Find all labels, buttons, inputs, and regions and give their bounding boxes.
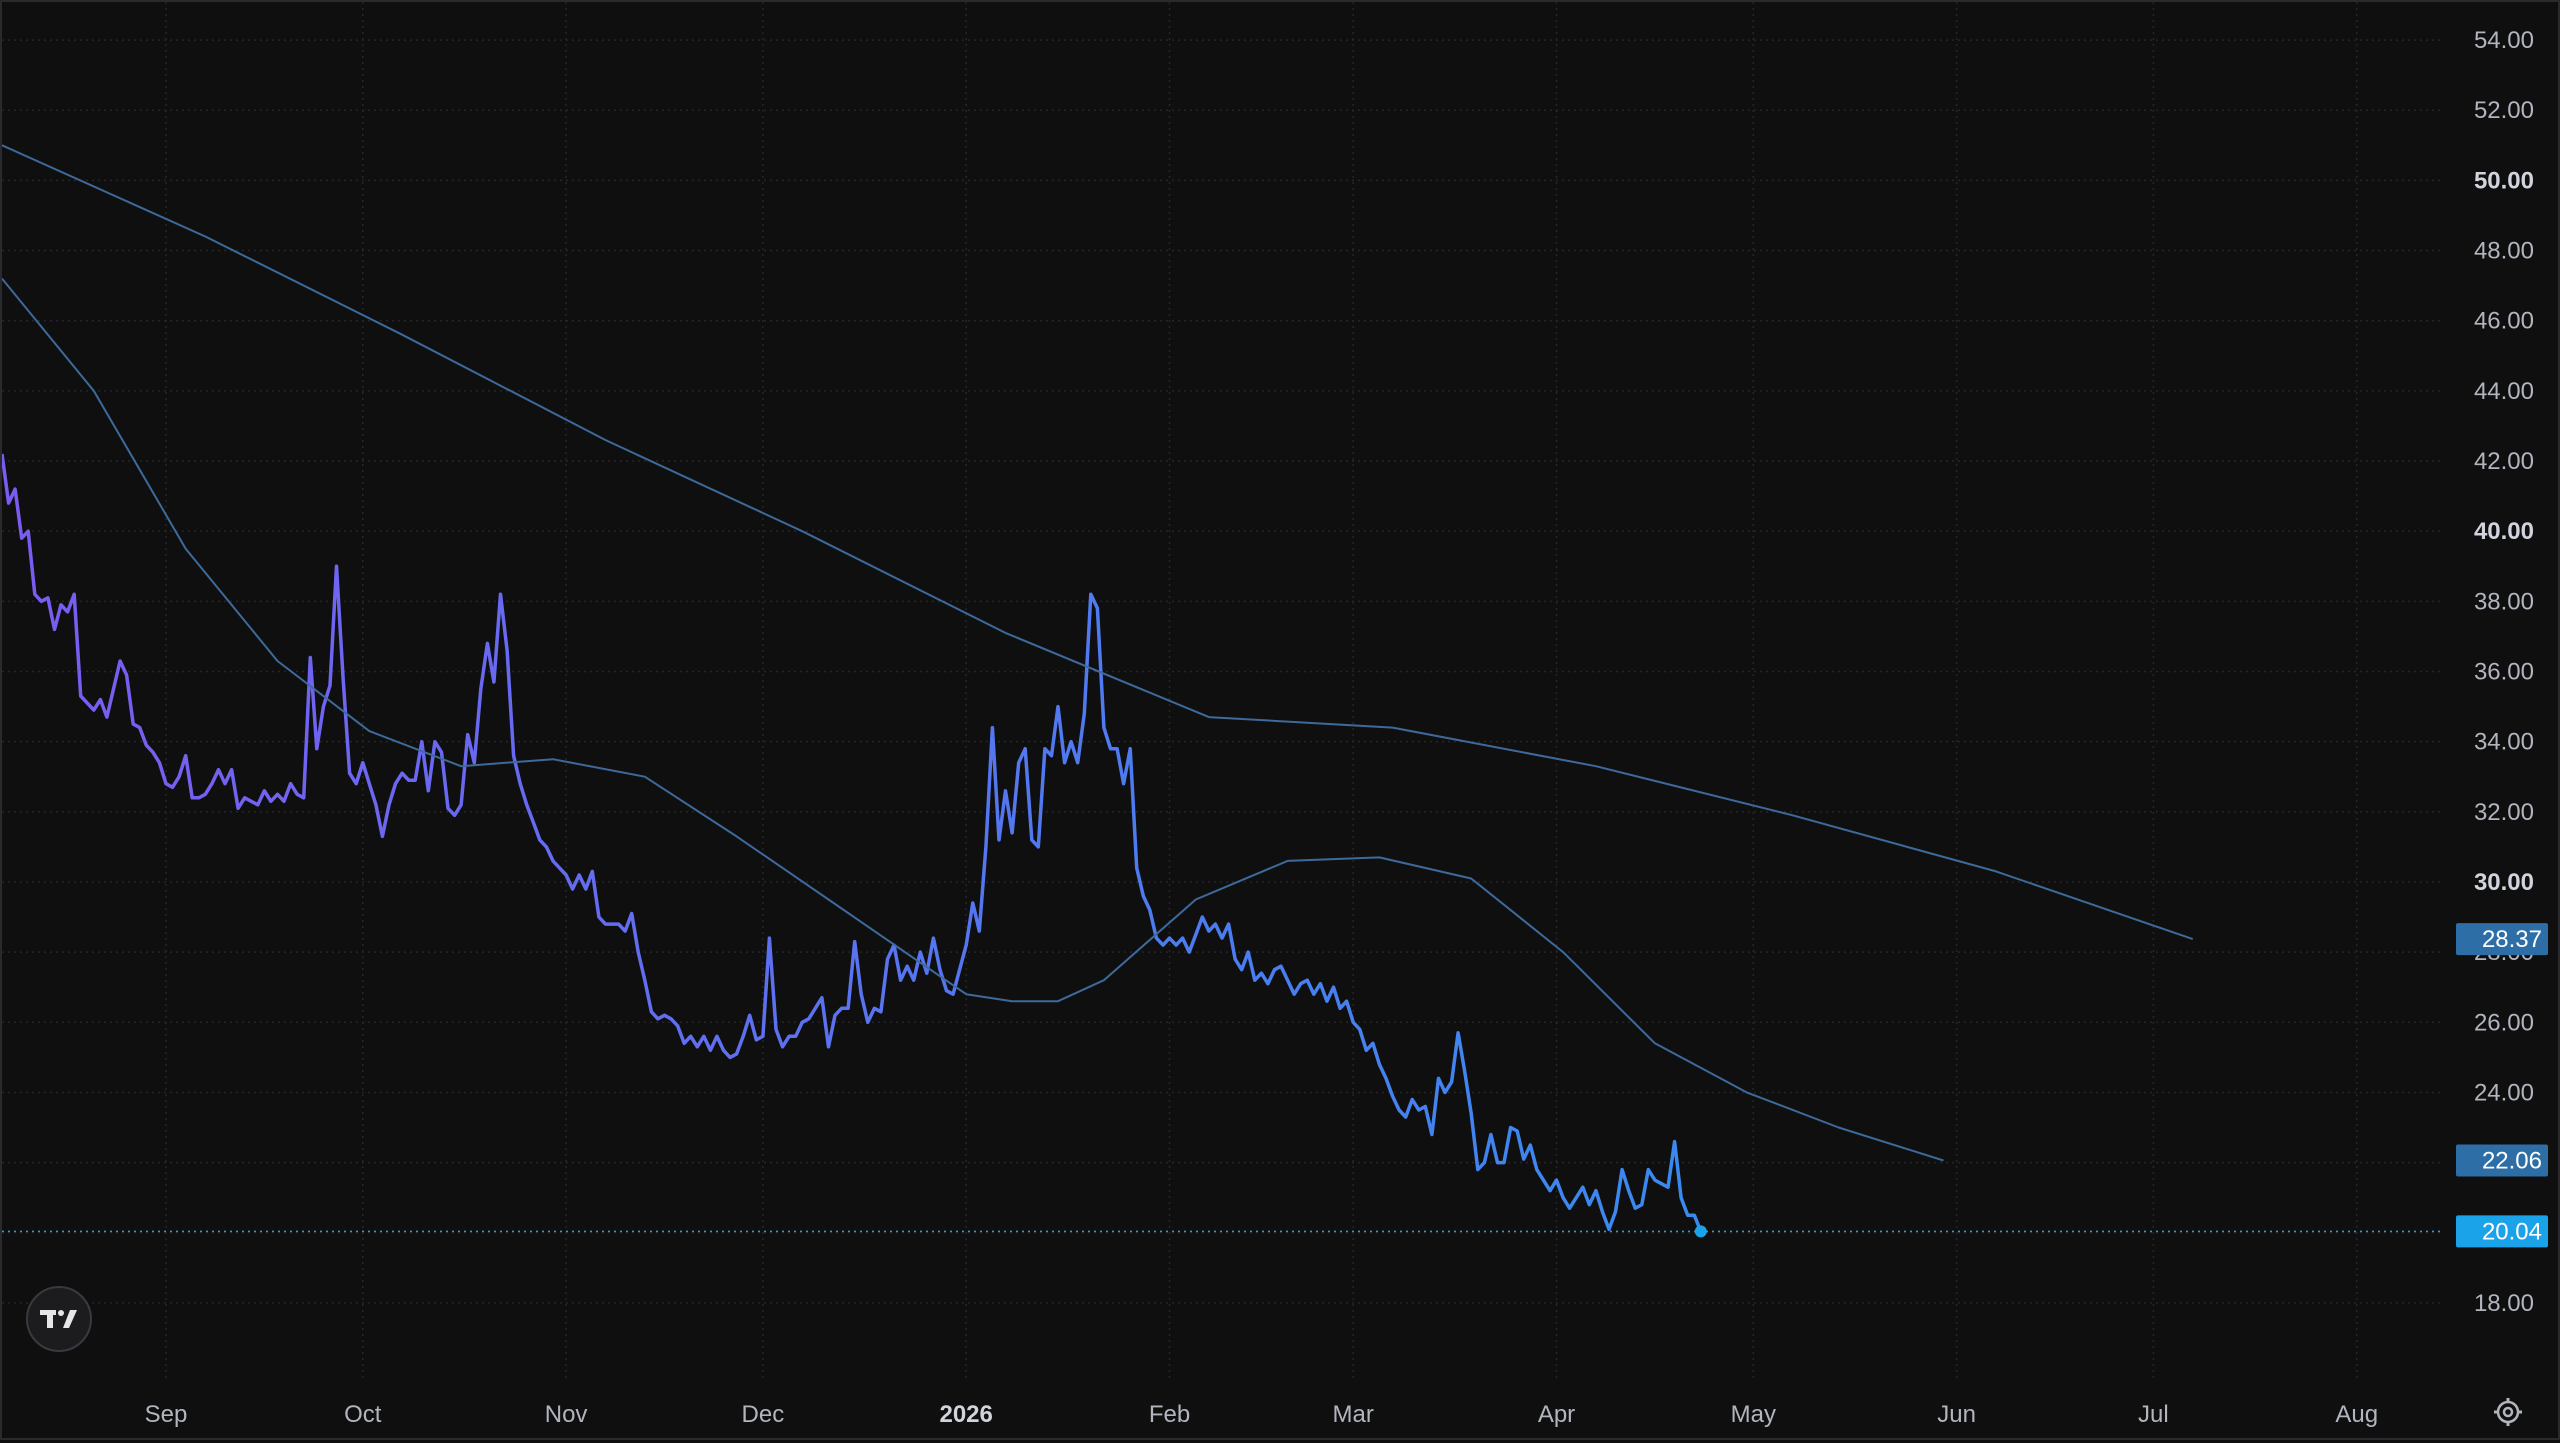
y-tick-label: 24.00 [2474, 1079, 2534, 1106]
gear-icon[interactable] [2488, 1392, 2528, 1432]
moving-average-line [1, 277, 1944, 1162]
y-tick-label: 38.00 [2474, 588, 2534, 615]
x-tick-label: Aug [2335, 1401, 2378, 1428]
y-tick-label: 26.00 [2474, 1009, 2534, 1036]
y-tick-label: 50.00 [2474, 167, 2534, 194]
x-tick-label: Feb [1149, 1401, 1190, 1428]
x-tick-label: Jul [2138, 1401, 2169, 1428]
y-tick-label: 52.00 [2474, 97, 2534, 124]
y-tick-label: 54.00 [2474, 27, 2534, 54]
y-tick-label: 42.00 [2474, 448, 2534, 475]
x-tick-label: Dec [742, 1401, 785, 1428]
y-tick-label: 46.00 [2474, 308, 2534, 335]
x-tick-label: Mar [1333, 1401, 1374, 1428]
y-tick-label: 40.00 [2474, 518, 2534, 545]
moving-average-line [1, 144, 2194, 941]
y-tick-label: 32.00 [2474, 799, 2534, 826]
tradingview-logo-icon[interactable] [26, 1286, 92, 1352]
x-tick-label: 2026 [939, 1401, 992, 1428]
price-axis[interactable]: 54.00 52.00 50.00 48.00 46.00 44.00 42.00 40.00… [2474, 27, 2534, 1317]
time-axis[interactable]: Sep Oct Nov Dec 2026 Feb Mar Apr May Jun Jul Aug [145, 1401, 2378, 1428]
gear-glyph [2494, 1398, 2522, 1426]
x-tick-label: May [1731, 1401, 1776, 1428]
price-badge-label: 22.06 [2482, 1147, 2542, 1174]
tv-logo-glyph [40, 1310, 77, 1328]
y-tick-label: 30.00 [2474, 869, 2534, 896]
y-tick-label: 36.00 [2474, 658, 2534, 685]
price-chart[interactable]: 54.00 52.00 50.00 48.00 46.00 44.00 42.00 40.00… [0, 2, 2558, 1438]
chart-container[interactable]: 54.00 52.00 50.00 48.00 46.00 44.00 42.00 40.00… [0, 0, 2560, 1440]
x-tick-label: Sep [145, 1401, 188, 1428]
price-badge-label: 20.04 [2482, 1218, 2542, 1245]
price-badge-label: 28.37 [2482, 926, 2542, 953]
x-tick-label: Apr [1538, 1401, 1575, 1428]
y-tick-label: 48.00 [2474, 238, 2534, 265]
y-tick-label: 34.00 [2474, 729, 2534, 756]
series [0, 144, 2442, 1238]
x-tick-label: Nov [545, 1401, 588, 1428]
y-tick-label: 18.00 [2474, 1290, 2534, 1317]
y-tick-label: 44.00 [2474, 378, 2534, 405]
x-tick-label: Jun [1937, 1401, 1976, 1428]
x-tick-label: Oct [344, 1401, 382, 1428]
price-line [0, 453, 1703, 1233]
grid [2, 2, 2442, 1382]
last-price-dot [1694, 1225, 1707, 1238]
